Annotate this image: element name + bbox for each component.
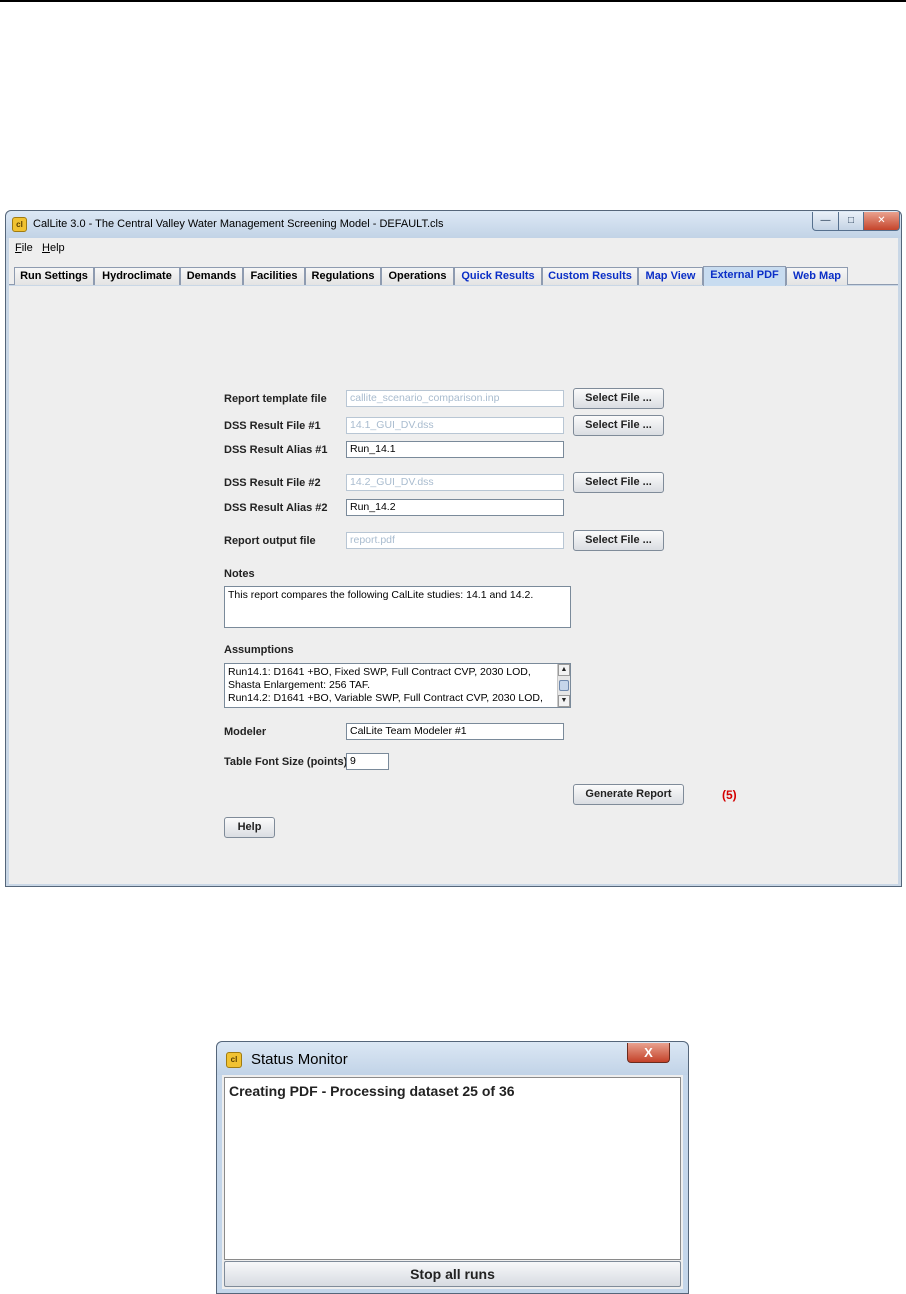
status-message: Creating PDF - Processing dataset 25 of … [224, 1077, 681, 1260]
tab-web-map[interactable]: Web Map [786, 267, 848, 285]
report-template-select-button[interactable]: Select File ... [573, 388, 664, 409]
report-template-field[interactable]: callite_scenario_comparison.inp [346, 390, 564, 407]
table-font-size-label: Table Font Size (points) [224, 756, 348, 768]
main-title-bar[interactable]: cl CalLite 3.0 - The Central Valley Wate… [6, 211, 901, 238]
notes-textarea[interactable]: This report compares the following CalLi… [224, 586, 571, 628]
dss-alias-1-field[interactable]: Run_14.1 [346, 441, 564, 458]
modeler-label: Modeler [224, 726, 267, 738]
tab-custom-results[interactable]: Custom Results [542, 267, 638, 285]
menu-file-label: ile [21, 242, 33, 254]
scroll-down-icon[interactable]: ▼ [558, 695, 570, 707]
tab-operations[interactable]: Operations [381, 267, 454, 285]
tab-facilities[interactable]: Facilities [243, 267, 305, 285]
dss-file-1-field[interactable]: 14.1_GUI_DV.dss [346, 417, 564, 434]
menu-help-mnemonic: H [42, 242, 50, 254]
dss-alias-2-label: DSS Result Alias #2 [224, 502, 328, 514]
menu-file[interactable]: File [15, 242, 33, 254]
assumptions-line: Shasta Enlargement: 256 TAF. [228, 679, 371, 691]
close-icon[interactable]: ✕ [863, 212, 900, 231]
dss-alias-2-field[interactable]: Run_14.2 [346, 499, 564, 516]
status-monitor-window: cl Status Monitor X Creating PDF - Proce… [216, 1041, 689, 1294]
dss-file-1-label: DSS Result File #1 [224, 420, 321, 432]
status-monitor-title: Status Monitor [251, 1051, 348, 1068]
menu-bar: File Help [9, 238, 898, 258]
report-output-field[interactable]: report.pdf [346, 532, 564, 549]
page-top-rule [0, 0, 906, 2]
generate-report-button[interactable]: Generate Report [573, 784, 684, 805]
tab-strip: Run Settings Hydroclimate Demands Facili… [9, 258, 898, 286]
tab-demands[interactable]: Demands [180, 267, 243, 285]
dss-file-1-select-button[interactable]: Select File ... [573, 415, 664, 436]
callite-app-icon: cl [12, 217, 27, 232]
dss-file-2-field[interactable]: 14.2_GUI_DV.dss [346, 474, 564, 491]
assumptions-textarea[interactable]: Run14.1: D1641 +BO, Fixed SWP, Full Cont… [224, 663, 571, 708]
assumptions-line: Run14.2: D1641 +BO, Variable SWP, Full C… [228, 692, 543, 704]
notes-label: Notes [224, 568, 255, 580]
dss-file-2-label: DSS Result File #2 [224, 477, 321, 489]
tab-external-pdf[interactable]: External PDF [703, 266, 786, 286]
tab-quick-results[interactable]: Quick Results [454, 267, 542, 285]
close-icon[interactable]: X [627, 1043, 670, 1063]
assumptions-label: Assumptions [224, 644, 294, 656]
report-template-label: Report template file [224, 393, 327, 405]
callite-app-icon: cl [226, 1052, 242, 1068]
stop-all-runs-button[interactable]: Stop all runs [224, 1261, 681, 1287]
help-button[interactable]: Help [224, 817, 275, 838]
tab-map-view[interactable]: Map View [638, 267, 703, 285]
menu-help-label: elp [49, 242, 65, 254]
menu-file-mnemonic: F [15, 242, 22, 254]
report-output-label: Report output file [224, 535, 316, 547]
external-pdf-panel: Report template file callite_scenario_co… [9, 286, 898, 884]
maximize-icon[interactable]: □ [838, 212, 864, 231]
callite-main-window: cl CalLite 3.0 - The Central Valley Wate… [5, 210, 902, 887]
scroll-thumb[interactable] [559, 680, 569, 691]
status-monitor-body: Creating PDF - Processing dataset 25 of … [222, 1075, 683, 1289]
dss-alias-1-label: DSS Result Alias #1 [224, 444, 328, 456]
assumptions-line: Run14.1: D1641 +BO, Fixed SWP, Full Cont… [228, 666, 531, 678]
minimize-icon[interactable]: — [812, 212, 839, 231]
dss-file-2-select-button[interactable]: Select File ... [573, 472, 664, 493]
modeler-field[interactable]: CalLite Team Modeler #1 [346, 723, 564, 740]
menu-help[interactable]: Help [42, 242, 65, 254]
assumptions-scrollbar[interactable]: ▲ ▼ [557, 664, 570, 707]
report-output-select-button[interactable]: Select File ... [573, 530, 664, 551]
step-5-marker: (5) [722, 788, 737, 802]
scroll-up-icon[interactable]: ▲ [558, 664, 570, 676]
tab-regulations[interactable]: Regulations [305, 267, 381, 285]
main-window-title: CalLite 3.0 - The Central Valley Water M… [33, 218, 444, 230]
tab-hydroclimate[interactable]: Hydroclimate [94, 267, 180, 285]
table-font-size-field[interactable]: 9 [346, 753, 389, 770]
status-monitor-title-bar[interactable]: cl Status Monitor X [217, 1042, 688, 1075]
tab-run-settings[interactable]: Run Settings [14, 267, 94, 285]
